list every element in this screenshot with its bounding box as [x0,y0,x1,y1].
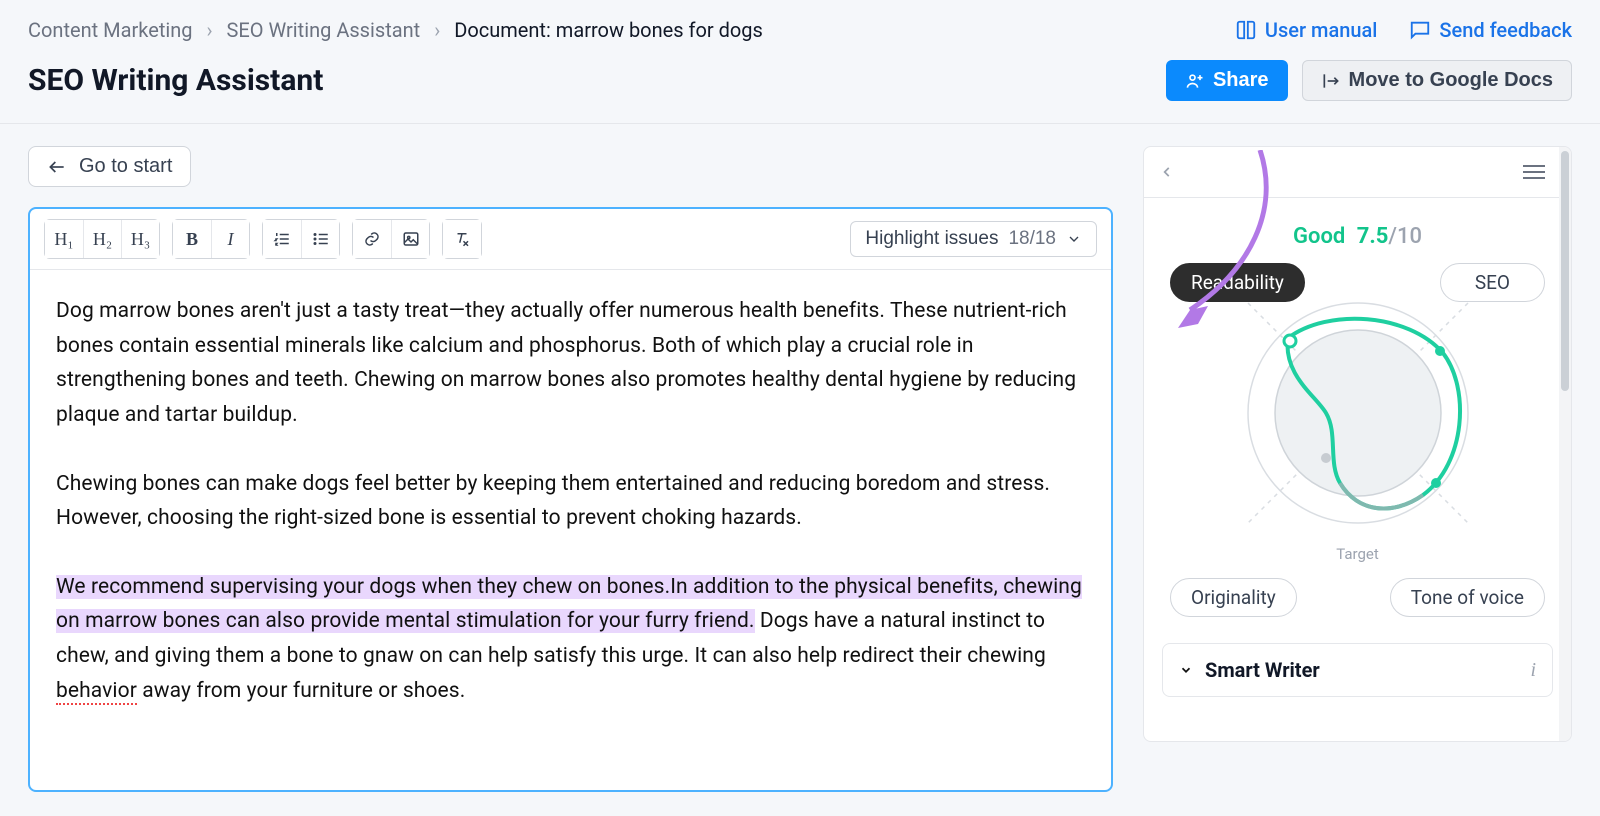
go-to-start-button[interactable]: Go to start [28,146,191,187]
h1-button[interactable] [45,220,83,258]
image-icon [402,230,420,248]
heading-group [44,219,160,259]
panel-back-button[interactable] [1160,161,1174,183]
paragraph: Chewing bones can make dogs feel better … [56,467,1085,536]
unordered-list-button[interactable] [301,220,339,258]
image-button[interactable] [391,220,429,258]
link-icon [363,230,381,248]
info-icon[interactable]: i [1530,659,1536,682]
pill-originality[interactable]: Originality [1170,578,1297,617]
book-icon [1235,19,1257,41]
paragraph: Dog marrow bones aren't just a tasty tre… [56,294,1085,433]
bold-button[interactable]: B [173,220,211,258]
link-button[interactable] [353,220,391,258]
editor-toolbar: B I [30,209,1111,270]
list-group [262,219,340,259]
ordered-list-button[interactable] [263,220,301,258]
unordered-list-icon [312,230,330,248]
chevron-right-icon: › [207,18,213,42]
h3-button[interactable] [121,220,159,258]
pill-readability[interactable]: Readability [1170,263,1305,302]
breadcrumb-current: Document: marrow bones for dogs [454,18,763,42]
ordered-list-icon [273,230,291,248]
editor-card: B I [28,207,1113,792]
breadcrumb-level2[interactable]: SEO Writing Assistant [227,18,421,42]
arrow-left-icon [47,157,67,177]
chevron-left-icon [1160,161,1174,183]
smart-writer-toggle[interactable]: Smart Writer i [1162,643,1553,697]
highlight-issues-button[interactable]: Highlight issues 18/18 [850,221,1097,257]
page-title: SEO Writing Assistant [28,63,323,98]
radar-chart [1208,263,1508,563]
chevron-down-icon [1179,663,1193,677]
share-button[interactable]: Share [1166,60,1288,101]
breadcrumb-level1[interactable]: Content Marketing [28,18,193,42]
user-manual-link[interactable]: User manual [1235,18,1377,42]
chevron-right-icon: › [434,18,440,42]
panel-menu-button[interactable] [1523,165,1545,179]
overall-score: Good 7.5/10 [1144,198,1571,259]
style-group: B I [172,219,250,259]
clear-format-button[interactable] [443,220,481,258]
chevron-down-icon [1066,231,1082,247]
h2-button[interactable] [83,220,121,258]
spelling-issue: behavior [56,679,137,705]
send-feedback-link[interactable]: Send feedback [1409,18,1572,42]
share-user-icon [1185,71,1205,91]
feedback-icon [1409,19,1431,41]
analysis-panel: Good 7.5/10 Readability SEO Originality … [1143,146,1572,742]
pill-tone[interactable]: Tone of voice [1390,578,1545,617]
paragraph: We recommend supervising your dogs when … [56,570,1085,709]
editor-body[interactable]: Dog marrow bones aren't just a tasty tre… [30,270,1111,790]
pill-seo[interactable]: SEO [1440,263,1545,302]
italic-button[interactable]: I [211,220,249,258]
export-icon [1321,71,1341,91]
clear-format-icon [453,230,471,248]
move-google-docs-button[interactable]: Move to Google Docs [1302,60,1572,101]
clear-group [442,219,482,259]
insert-group [352,219,430,259]
target-label: Target [1336,545,1379,563]
